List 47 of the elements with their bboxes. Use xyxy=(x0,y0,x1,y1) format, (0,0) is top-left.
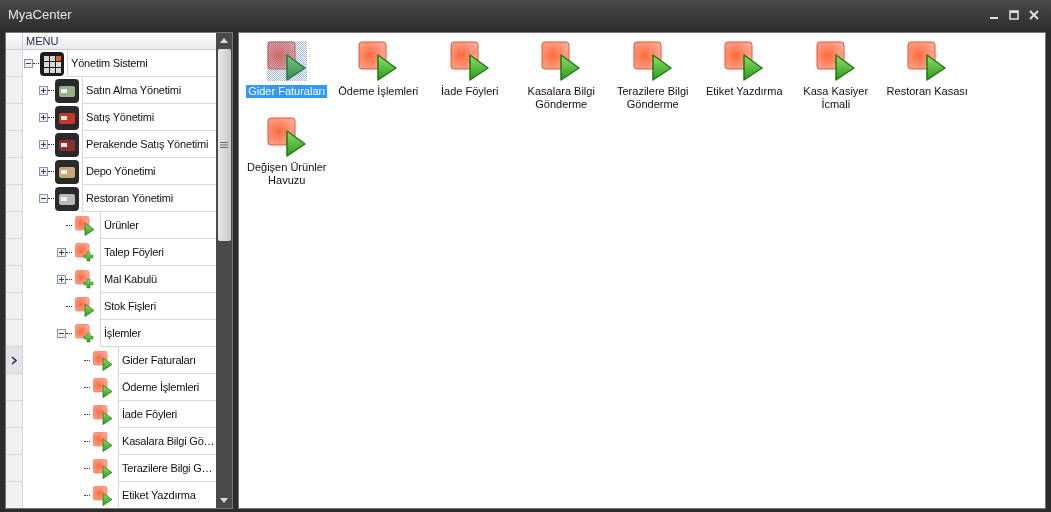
folder-plus-icon xyxy=(75,323,95,344)
expand-icon[interactable] xyxy=(38,140,48,149)
folder-plus-icon xyxy=(75,269,95,290)
form-play-icon xyxy=(266,117,307,157)
form-play-icon xyxy=(358,41,399,81)
grid-icon xyxy=(40,51,64,76)
form-play-icon xyxy=(93,350,113,371)
form-play-icon xyxy=(93,485,113,506)
form-play-icon xyxy=(266,41,307,81)
shortcut-label[interactable]: Terazilere Bilgi Gönderme xyxy=(607,85,698,111)
collapse-icon[interactable] xyxy=(23,59,33,68)
shortcut-label[interactable]: Kasalara Bilgi Gönderme xyxy=(516,85,607,111)
column-header: MENU xyxy=(25,34,59,49)
form-play-icon xyxy=(93,404,113,425)
expand-icon[interactable] xyxy=(38,167,48,176)
shortcut-label[interactable]: İade Föyleri xyxy=(439,85,501,98)
form-play-icon xyxy=(93,431,113,452)
row-indicator[interactable] xyxy=(6,347,23,374)
expand-icon[interactable] xyxy=(38,86,48,95)
shortcut-label[interactable]: Ödeme İşlemleri xyxy=(336,85,421,98)
form-play-icon xyxy=(93,377,113,398)
folder-plus-icon xyxy=(75,242,95,263)
form-play-icon xyxy=(75,215,95,236)
shortcut-label[interactable]: Kasa Kasiyer İcmali xyxy=(790,85,881,111)
collapse-icon[interactable] xyxy=(56,329,66,338)
expand-icon[interactable] xyxy=(56,275,66,284)
expand-icon[interactable] xyxy=(56,248,66,257)
collapse-icon[interactable] xyxy=(38,194,48,203)
window-title: MyaCenter xyxy=(8,6,72,25)
form-play-icon xyxy=(93,458,113,479)
close-icon[interactable] xyxy=(1029,10,1039,20)
form-play-icon xyxy=(907,41,948,81)
shortcut-label[interactable]: Restoran Kasası xyxy=(884,85,970,98)
current-row-icon xyxy=(11,355,17,365)
form-play-icon xyxy=(449,41,490,81)
form-play-icon xyxy=(724,41,765,81)
maximize-icon[interactable] xyxy=(1009,10,1019,20)
shortcut-label[interactable]: Değişen Ürünler Havuzu xyxy=(241,161,332,187)
form-play-icon xyxy=(75,296,95,317)
grip-icon xyxy=(220,142,228,148)
shortcut-label[interactable]: Etiket Yazdırma xyxy=(703,85,785,98)
scroll-thumb[interactable] xyxy=(217,49,231,241)
form-play-icon xyxy=(815,41,856,81)
form-play-icon xyxy=(632,41,673,81)
form-play-icon xyxy=(541,41,582,81)
scrollbar[interactable] xyxy=(216,33,232,508)
expand-icon[interactable] xyxy=(38,113,48,122)
